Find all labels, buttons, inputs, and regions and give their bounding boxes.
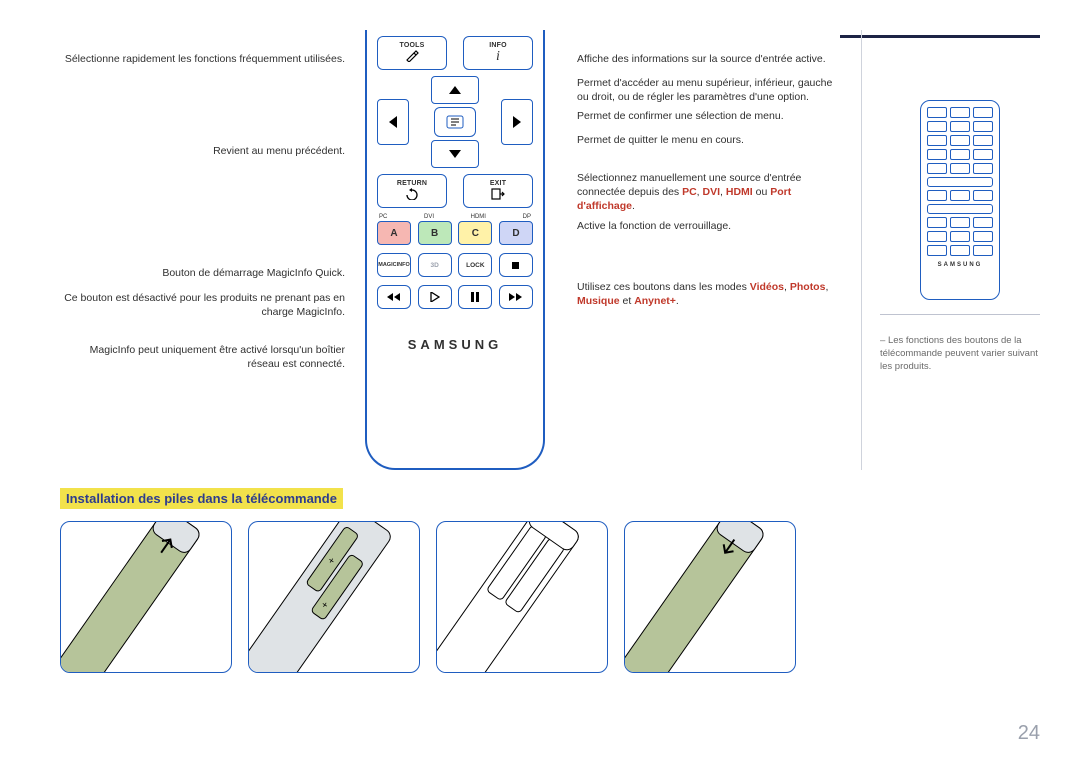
btn-3d: 3D: [418, 253, 452, 277]
btn-stop: [499, 253, 533, 277]
page-number: 24: [1018, 722, 1040, 745]
desc-return: Revient au menu précédent.: [60, 144, 345, 158]
side-rule: [880, 314, 1040, 315]
mini-remote: SAMSUNG: [920, 100, 1000, 300]
battery-steps: + +: [60, 521, 1040, 673]
desc-magicinfo-1: Bouton de démarrage MagicInfo Quick.: [60, 266, 345, 280]
tools-icon: [405, 50, 419, 64]
dpad: [377, 76, 533, 168]
btn-tools: TOOLS: [377, 36, 447, 70]
right-descriptions: Affiche des informations sur la source d…: [565, 30, 841, 470]
side-note: Les fonctions des boutons de la télécomm…: [880, 335, 1040, 373]
battery-section: Installation des piles dans la télécomma…: [60, 488, 1040, 673]
side-column: SAMSUNG Les fonctions des boutons de la …: [861, 30, 1040, 470]
btn-return: RETURN: [377, 174, 447, 208]
btn-exit: EXIT: [463, 174, 533, 208]
step-3: [436, 521, 608, 673]
info-icon: i: [496, 50, 500, 64]
abcd-row: A B C D: [377, 221, 533, 245]
btn-lock: LOCK: [458, 253, 492, 277]
desc-tools: Sélectionne rapidement les fonctions fré…: [60, 52, 345, 66]
arrow-down: [431, 140, 479, 168]
step-1: [60, 521, 232, 673]
mini-brand: SAMSUNG: [927, 262, 993, 268]
desc-magicinfo-3: MagicInfo peut uniquement être activé lo…: [60, 343, 345, 371]
exit-icon: [491, 188, 505, 202]
desc-exit: Permet de quitter le menu en cours.: [577, 133, 841, 147]
brand-logo: SAMSUNG: [377, 337, 533, 352]
desc-media: Utilisez ces boutons dans les modes Vidé…: [577, 280, 841, 308]
return-icon: [405, 188, 419, 202]
btn-info: INFO i: [463, 36, 533, 70]
btn-a: A: [377, 221, 411, 245]
btn-b: B: [418, 221, 452, 245]
left-descriptions: Sélectionne rapidement les fonctions fré…: [60, 30, 345, 470]
btn-play: [418, 285, 452, 309]
btn-d: D: [499, 221, 533, 245]
arrow-left: [377, 99, 409, 145]
desc-lock: Active la fonction de verrouillage.: [577, 219, 841, 233]
btn-rew: [377, 285, 411, 309]
arrow-up: [431, 76, 479, 104]
desc-info: Affiche des informations sur la source d…: [577, 52, 841, 66]
desc-sources: Sélectionnez manuellement une source d'e…: [577, 171, 841, 214]
desc-magicinfo-2: Ce bouton est désactivé pour les produit…: [60, 291, 345, 319]
source-labels: PC DVI HDMI DP: [377, 214, 533, 220]
btn-ok: [434, 107, 476, 137]
desc-dpad: Permet d'accéder au menu supérieur, infé…: [577, 76, 841, 104]
arrow-right: [501, 99, 533, 145]
btn-pause: [458, 285, 492, 309]
step-2: + +: [248, 521, 420, 673]
remote-diagram: TOOLS INFO i: [345, 30, 565, 470]
btn-ffw: [499, 285, 533, 309]
btn-c: C: [458, 221, 492, 245]
step-4: [624, 521, 796, 673]
btn-magicinfo: MAGICINFO: [377, 253, 411, 277]
desc-ok: Permet de confirmer une sélection de men…: [577, 109, 841, 123]
page: Sélectionne rapidement les fonctions fré…: [0, 0, 1080, 693]
section-title: Installation des piles dans la télécomma…: [60, 488, 343, 509]
